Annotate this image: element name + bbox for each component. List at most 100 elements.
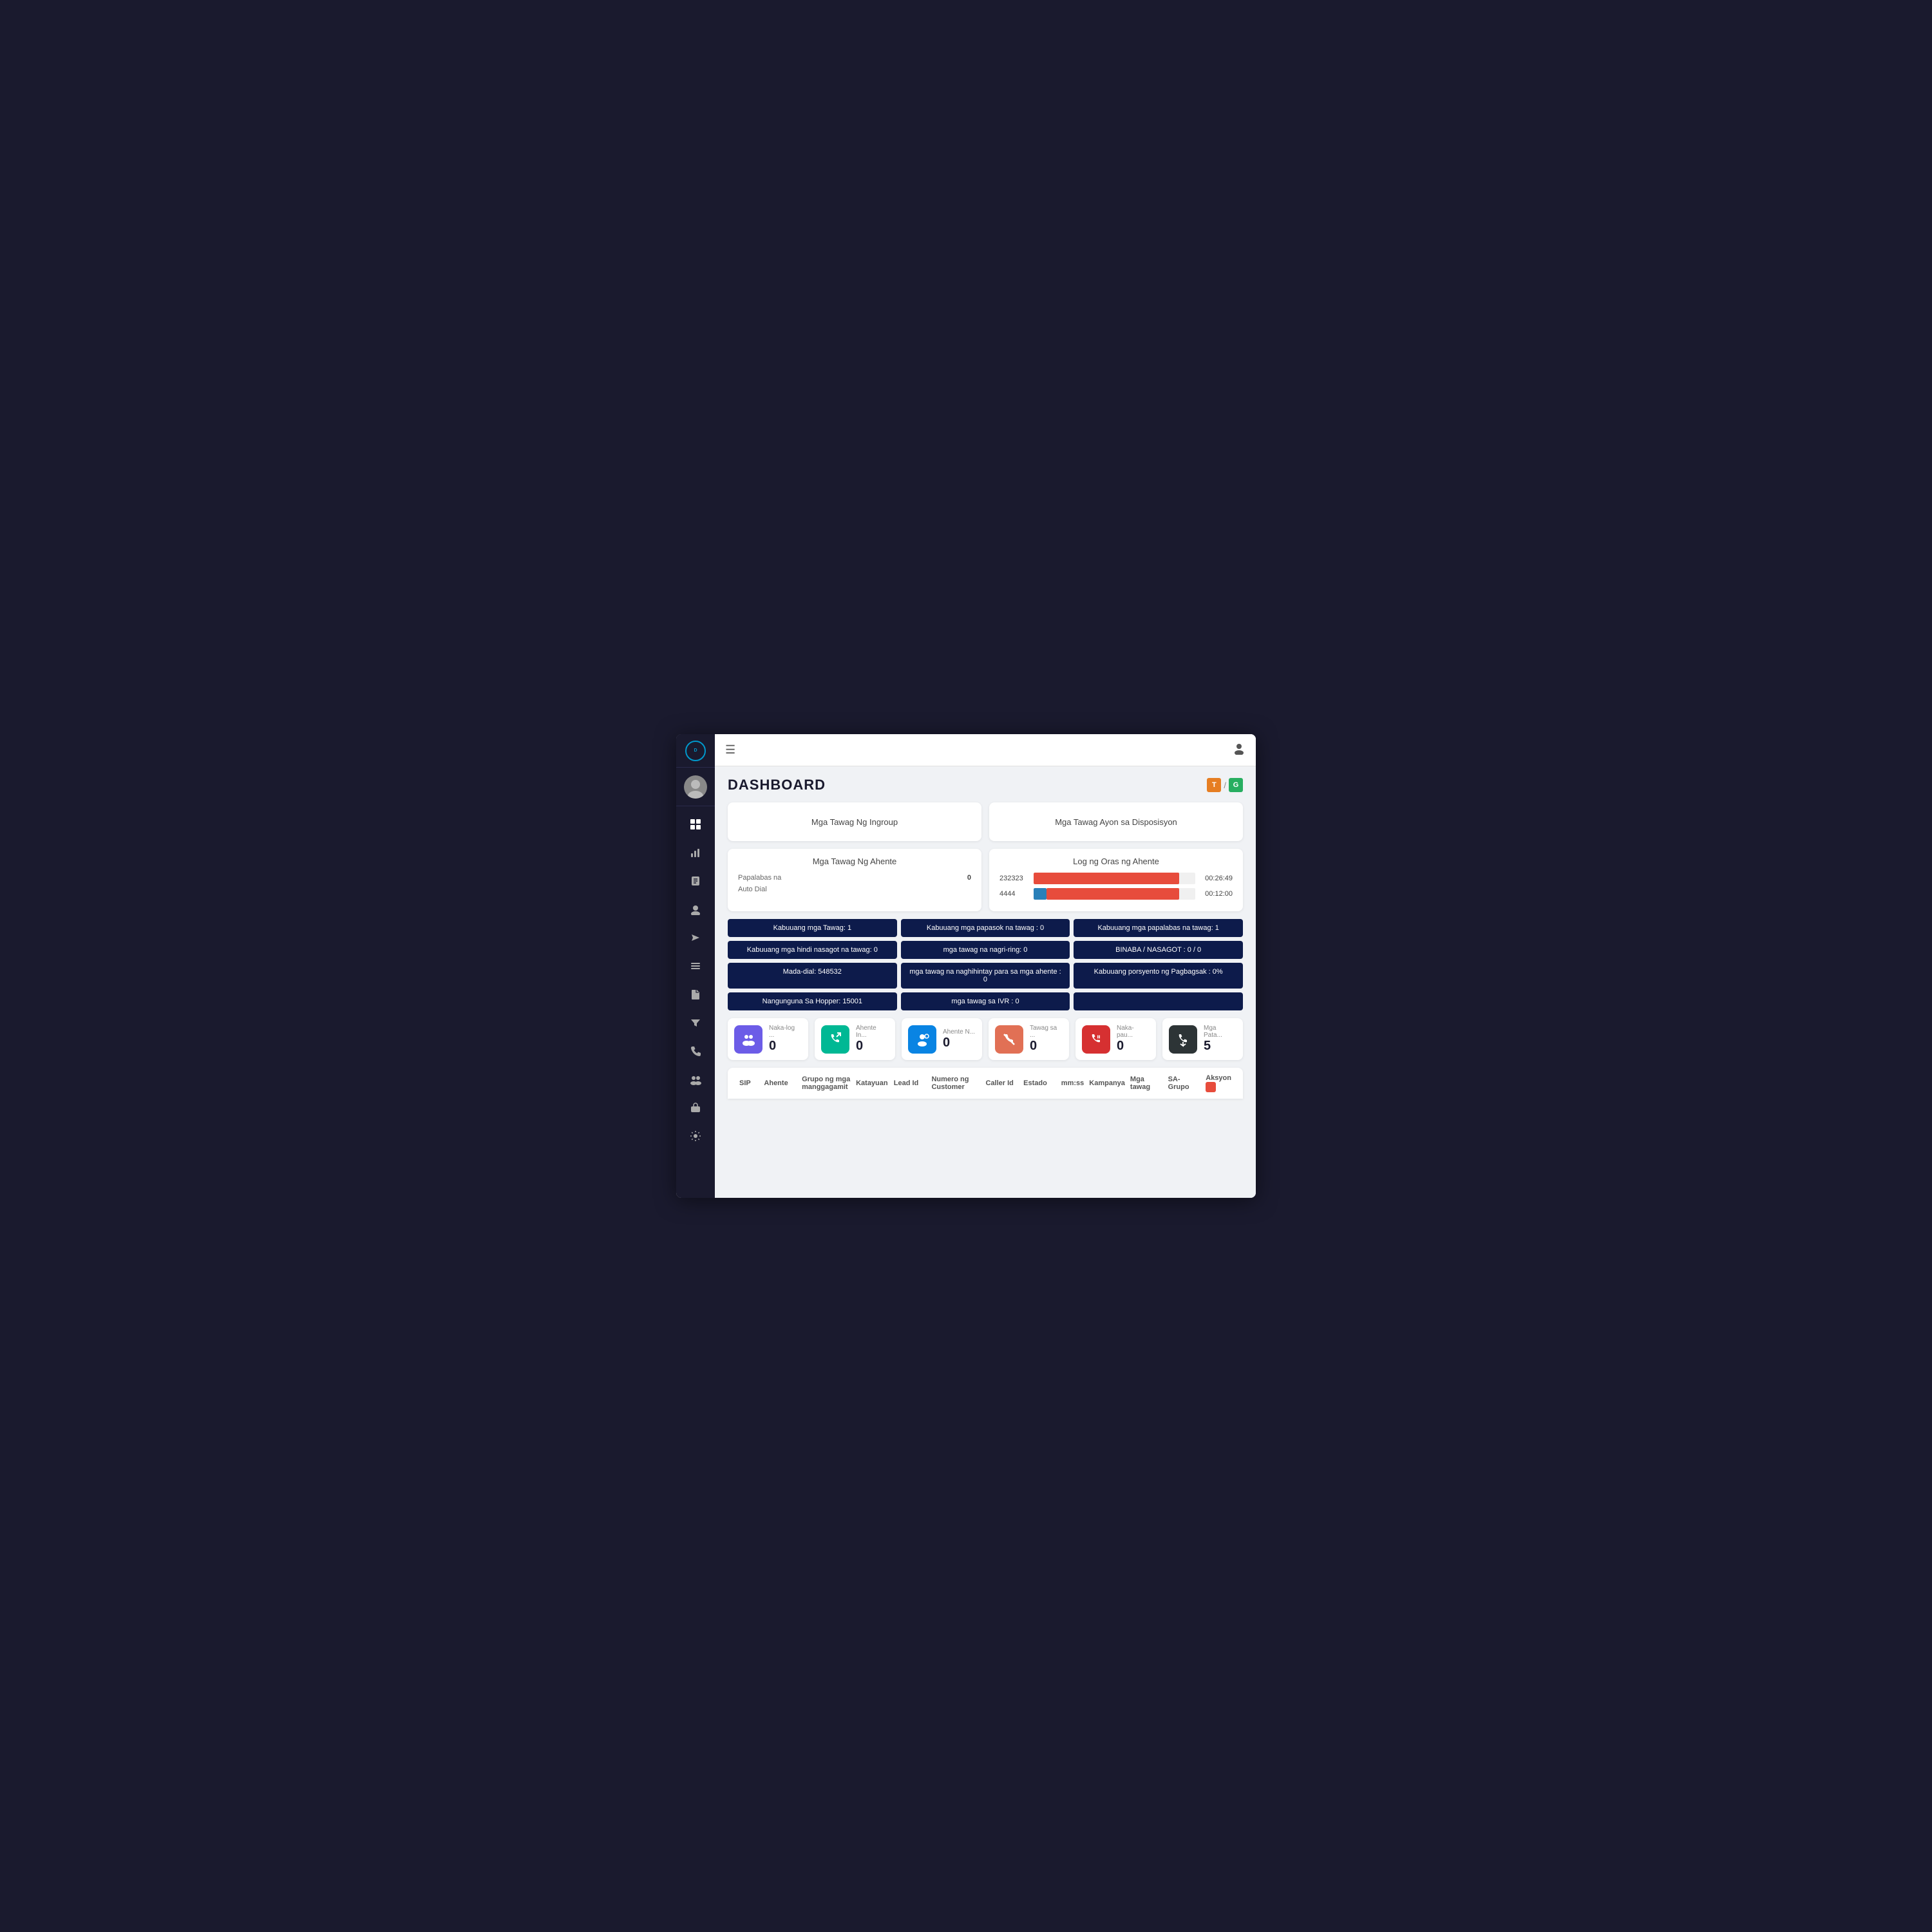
avatar bbox=[684, 775, 707, 799]
topbar: ☰ bbox=[715, 734, 1256, 766]
metric-label-agent-in: Ahente In... bbox=[856, 1025, 889, 1039]
col-ahente: Ahente bbox=[761, 1079, 799, 1087]
header-badges: T / G bbox=[1207, 778, 1243, 792]
metric-label-patakbo: Mga Pata... bbox=[1204, 1025, 1236, 1039]
sidebar-item-reports[interactable] bbox=[681, 840, 710, 866]
ahente-row1-label: Papalabas na bbox=[738, 874, 781, 882]
page-header: DASHBOARD T / G bbox=[728, 777, 1243, 793]
col-lead-id: Lead Id bbox=[891, 1079, 929, 1087]
metric-logged-in: Naka-log ... 0 bbox=[728, 1018, 808, 1060]
metric-icon-paused bbox=[1082, 1025, 1110, 1054]
stat-drop-percent: Kabuuang porsyento ng Pagbagsak : 0% bbox=[1074, 963, 1243, 989]
card-ahente-row-1: Papalabas na 0 bbox=[738, 874, 971, 882]
ahente-row1-value: 0 bbox=[967, 874, 971, 882]
metric-value-agent-in: 0 bbox=[856, 1039, 889, 1054]
sidebar-item-phone[interactable] bbox=[681, 1038, 710, 1064]
metric-info-agent-in: Ahente In... 0 bbox=[856, 1025, 889, 1054]
log-bar-2b bbox=[1046, 888, 1179, 900]
sidebar-item-settings[interactable] bbox=[681, 1123, 710, 1149]
metric-value-agent-n: 0 bbox=[943, 1036, 975, 1050]
ahente-row2-label: Auto Dial bbox=[738, 886, 767, 893]
card-ahente-row-2: Auto Dial bbox=[738, 886, 971, 893]
metric-info-tawag: Tawag sa ... 0 bbox=[1030, 1025, 1063, 1054]
aksyon-badge bbox=[1206, 1082, 1216, 1092]
metric-label-agent-n: Ahente N... bbox=[943, 1028, 975, 1036]
col-numero: Numero ng Customer bbox=[929, 1075, 983, 1091]
metric-tawag: Tawag sa ... 0 bbox=[989, 1018, 1069, 1060]
col-estado: Estado bbox=[1021, 1079, 1059, 1087]
log-bar-1 bbox=[1034, 873, 1179, 884]
metric-label-logged: Naka-log ... bbox=[769, 1025, 802, 1039]
col-katayuan: Katayuan bbox=[853, 1079, 891, 1087]
stat-empty bbox=[1074, 992, 1243, 1010]
log-bar-wrap-1 bbox=[1034, 873, 1195, 884]
stat-hopper: Nangunguna Sa Hopper: 15001 bbox=[728, 992, 897, 1010]
badge-t: T bbox=[1207, 778, 1221, 792]
card-ahente-title: Mga Tawag Ng Ahente bbox=[738, 857, 971, 866]
metric-icon-tawag bbox=[995, 1025, 1023, 1054]
topbar-right bbox=[1233, 742, 1245, 758]
table-cols: SIP Ahente Grupo ng mga manggagamit Kata… bbox=[737, 1074, 1234, 1092]
sidebar-item-campaigns[interactable] bbox=[681, 925, 710, 951]
col-mmss: mm:ss bbox=[1059, 1079, 1086, 1087]
stat-waiting: mga tawag na naghihintay para sa mga ahe… bbox=[901, 963, 1070, 989]
svg-text:i: i bbox=[925, 1036, 926, 1040]
log-bar-2a bbox=[1034, 888, 1046, 900]
log-row-1: 232323 00:26:49 bbox=[999, 873, 1233, 884]
user-menu-button[interactable] bbox=[1233, 742, 1245, 758]
main-content: ☰ DASHBOARD T / G Mga Tawag Ng bbox=[715, 734, 1256, 1198]
metric-info-paused: Naka-pau... 0 bbox=[1117, 1025, 1150, 1054]
card-disposisyon: Mga Tawag Ayon sa Disposisyon bbox=[989, 802, 1243, 841]
metric-icon-logged bbox=[734, 1025, 762, 1054]
badge-slash: / bbox=[1224, 781, 1226, 790]
log-id-1: 232323 bbox=[999, 875, 1028, 882]
sidebar-item-list[interactable] bbox=[681, 953, 710, 979]
sidebar-item-file[interactable] bbox=[681, 981, 710, 1007]
metric-agent-in: Ahente In... 0 bbox=[815, 1018, 895, 1060]
metric-agent-n: i Ahente N... 0 bbox=[902, 1018, 982, 1060]
log-bar-wrap-2 bbox=[1034, 888, 1195, 900]
bottom-cards: Naka-log ... 0 Ahente In... 0 i bbox=[728, 1018, 1243, 1060]
metric-info-logged: Naka-log ... 0 bbox=[769, 1025, 802, 1054]
metric-label-paused: Naka-pau... bbox=[1117, 1025, 1150, 1039]
sidebar-logo: D bbox=[676, 734, 715, 768]
metric-icon-patakbo bbox=[1169, 1025, 1197, 1054]
metric-value-patakbo: 5 bbox=[1204, 1039, 1236, 1054]
stat-total-calls: Kabuuang mga Tawag: 1 bbox=[728, 919, 897, 937]
card-ahente: Mga Tawag Ng Ahente Papalabas na 0 Auto … bbox=[728, 849, 981, 911]
metric-info-agent-n: Ahente N... 0 bbox=[943, 1028, 975, 1050]
metric-label-tawag: Tawag sa ... bbox=[1030, 1025, 1063, 1039]
log-time-1: 00:26:49 bbox=[1200, 875, 1233, 882]
sidebar-item-filter[interactable] bbox=[681, 1010, 710, 1036]
col-grupo: Grupo ng mga manggagamit bbox=[799, 1075, 853, 1091]
metric-paused: Naka-pau... 0 bbox=[1075, 1018, 1156, 1060]
sidebar-item-bag[interactable] bbox=[681, 1095, 710, 1121]
metric-icon-agent-in bbox=[821, 1025, 849, 1054]
col-caller-id: Caller Id bbox=[983, 1079, 1021, 1087]
card-disposisyon-title: Mga Tawag Ayon sa Disposisyon bbox=[989, 802, 1243, 841]
stat-ivr: mga tawag sa IVR : 0 bbox=[901, 992, 1070, 1010]
hamburger-button[interactable]: ☰ bbox=[725, 743, 735, 757]
col-mga-tawag: Mga tawag bbox=[1128, 1075, 1166, 1091]
log-id-2: 4444 bbox=[999, 890, 1028, 898]
col-aksyon: Aksyon bbox=[1203, 1074, 1234, 1092]
stats-grid: Kabuuang mga Tawag: 1 Kabuuang mga papas… bbox=[728, 919, 1243, 1010]
metric-info-patakbo: Mga Pata... 5 bbox=[1204, 1025, 1236, 1054]
metric-value-paused: 0 bbox=[1117, 1039, 1150, 1054]
sidebar-item-team[interactable] bbox=[681, 1066, 710, 1092]
cards-row-2: Mga Tawag Ng Ahente Papalabas na 0 Auto … bbox=[728, 849, 1243, 911]
col-sa-grupo: SA-Grupo bbox=[1166, 1075, 1204, 1091]
sidebar-item-documents[interactable] bbox=[681, 868, 710, 894]
stat-madadial: Mada-dial: 548532 bbox=[728, 963, 897, 989]
stat-ringing: mga tawag na nagri-ring: 0 bbox=[901, 941, 1070, 959]
sidebar-avatar[interactable] bbox=[676, 768, 715, 806]
sidebar-item-dashboard[interactable] bbox=[681, 811, 710, 837]
stat-outgoing: Kabuuang mga papalabas na tawag: 1 bbox=[1074, 919, 1243, 937]
cards-row-1: Mga Tawag Ng Ingroup Mga Tawag Ayon sa D… bbox=[728, 802, 1243, 841]
log-row-2: 4444 00:12:00 bbox=[999, 888, 1233, 900]
log-time-2: 00:12:00 bbox=[1200, 890, 1233, 898]
badge-g: G bbox=[1229, 778, 1243, 792]
card-ingroup-title: Mga Tawag Ng Ingroup bbox=[728, 802, 981, 841]
sidebar-item-users[interactable] bbox=[681, 896, 710, 922]
card-log-title: Log ng Oras ng Ahente bbox=[999, 857, 1233, 866]
